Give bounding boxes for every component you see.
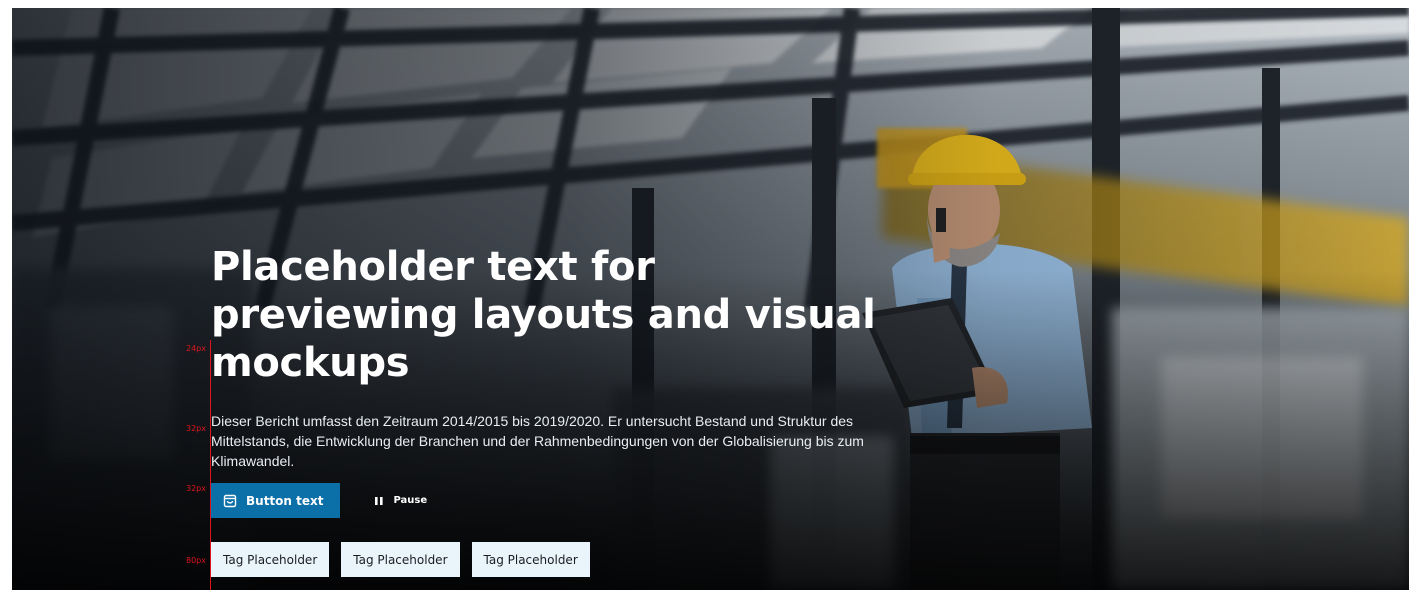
tag-item[interactable]: Tag Placeholder xyxy=(341,542,460,577)
primary-button-label: Button text xyxy=(246,493,324,508)
pause-button-label: Pause xyxy=(393,495,428,506)
pause-icon xyxy=(374,496,384,506)
hero-content: Placeholder text for previewing layouts … xyxy=(211,243,891,577)
primary-button[interactable]: Button text xyxy=(211,483,341,518)
spacing-guide-label: 32px xyxy=(186,484,206,493)
spacing-guide-label: 80px xyxy=(186,556,206,565)
spacing-guide-label: 32px xyxy=(186,424,206,433)
tag-list: Tag Placeholder Tag Placeholder Tag Plac… xyxy=(211,542,891,577)
hero-headline: Placeholder text for previewing layouts … xyxy=(211,244,876,386)
tag-item[interactable]: Tag Placeholder xyxy=(211,542,330,577)
shopping-bag-icon xyxy=(223,494,237,508)
pause-button[interactable]: Pause xyxy=(374,495,427,506)
hero-actions: Button text Pause xyxy=(211,483,891,518)
hero-description: Dieser Bericht umfasst den Zeitraum 2014… xyxy=(211,413,864,469)
hero-section: 24px 32px 32px 80px Placeholder text for… xyxy=(12,8,1409,590)
tag-item[interactable]: Tag Placeholder xyxy=(471,542,590,577)
spacing-guide-label: 24px xyxy=(186,344,206,353)
